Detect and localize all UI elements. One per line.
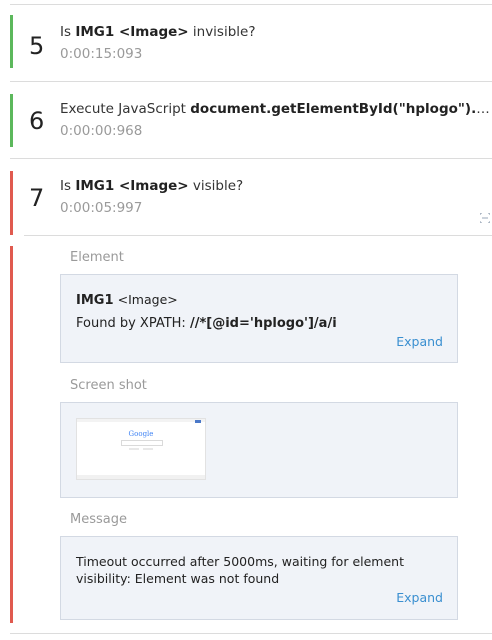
step-action: Execute JavaScript [60, 101, 186, 117]
thumb-button [143, 448, 153, 450]
step-target: IMG1 <Image> [75, 178, 189, 194]
status-bar-fail [10, 246, 13, 623]
step-suffix: invisible? [188, 24, 256, 40]
message-panel: Timeout occurred after 5000ms, waiting f… [60, 536, 458, 620]
element-section-label: Element [70, 250, 124, 265]
step-target: document.getElementById("hplogo").style.… [190, 101, 490, 117]
found-by-label: Found by XPATH: [76, 316, 186, 331]
step-title: Is IMG1 <Image> invisible? [60, 24, 490, 40]
status-bar-pass [10, 15, 13, 68]
step-suffix: visible? [188, 178, 244, 194]
collapse-icon[interactable] [480, 213, 490, 223]
status-bar-fail [10, 171, 13, 235]
step-title: Execute JavaScript document.getElementBy… [60, 101, 490, 117]
step-number: 5 [29, 32, 45, 60]
step-target: IMG1 <Image> [75, 24, 189, 40]
step-time: 0:00:05:997 [60, 200, 143, 216]
element-name-line: IMG1 <Image> [76, 292, 178, 308]
divider [24, 235, 492, 236]
element-name: IMG1 [76, 293, 114, 308]
element-locator-line: Found by XPATH: //*[@id='hplogo']/a/i [76, 316, 337, 331]
step-time: 0:00:15:093 [60, 46, 143, 62]
expand-element-link[interactable]: Expand [396, 334, 443, 349]
step-action: Is [60, 24, 72, 40]
thumb-logo: Google [128, 430, 154, 438]
screenshot-panel: Google [60, 402, 458, 498]
thumb-button [129, 448, 139, 450]
thumb-search-box [121, 440, 163, 446]
step-number: 6 [29, 107, 45, 135]
element-type: <Image> [117, 292, 178, 307]
step-row-6[interactable]: 6 Execute JavaScript document.getElement… [10, 82, 492, 158]
screenshot-thumbnail[interactable]: Google [76, 418, 206, 480]
step-row-7[interactable]: 7 Is IMG1 <Image> visible? 0:00:05:997 [10, 159, 492, 235]
xpath-value: //*[@id='hplogo']/a/i [189, 316, 337, 331]
error-message: Timeout occurred after 5000ms, waiting f… [76, 554, 404, 586]
step-time: 0:00:00:968 [60, 123, 143, 139]
expand-message-link[interactable]: Expand [396, 590, 443, 605]
element-panel: IMG1 <Image> Found by XPATH: //*[@id='hp… [60, 274, 458, 363]
step-action: Is [60, 178, 72, 194]
thumb-signin-button [195, 420, 201, 423]
divider [10, 633, 492, 634]
step-row-5[interactable]: 5 Is IMG1 <Image> invisible? 0:00:15:093 [10, 5, 492, 81]
screenshot-section-label: Screen shot [70, 378, 147, 393]
thumb-toolbar [77, 419, 205, 422]
step-number: 7 [29, 184, 45, 212]
message-section-label: Message [70, 512, 127, 527]
thumb-footer [77, 475, 205, 479]
step-title: Is IMG1 <Image> visible? [60, 178, 490, 194]
status-bar-pass [10, 94, 13, 147]
